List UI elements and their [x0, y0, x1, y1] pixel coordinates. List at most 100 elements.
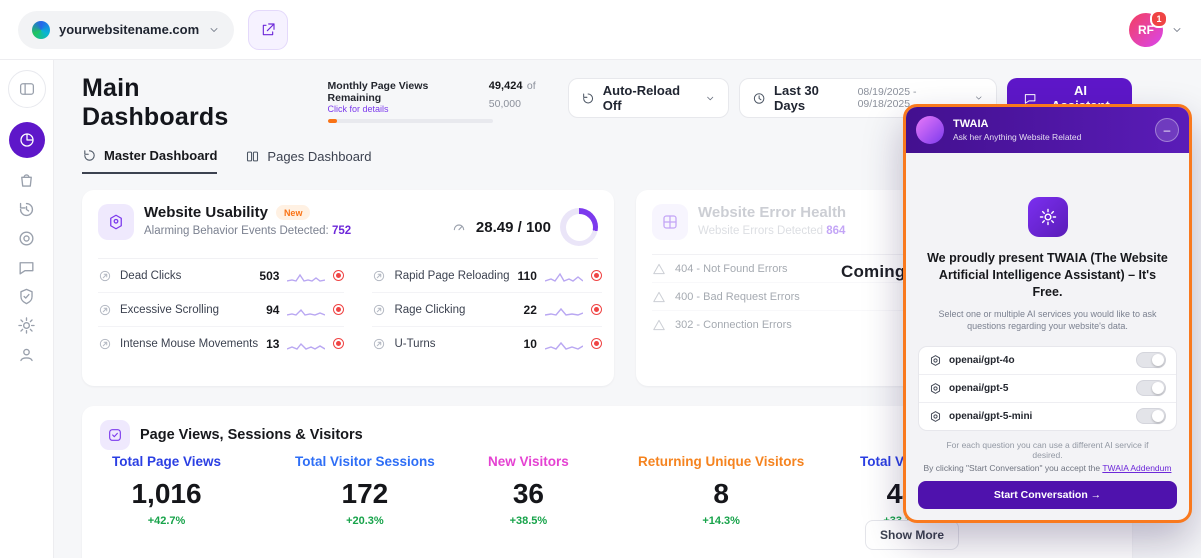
site-selector-label: yourwebsitename.com	[59, 22, 199, 37]
metric-label: Rapid Page Reloading	[394, 270, 509, 282]
ai-service-label: openai/gpt-5	[949, 383, 1008, 394]
account-menu[interactable]: RF 1	[1129, 13, 1183, 47]
compass-icon	[98, 337, 112, 351]
tab-pages-dashboard[interactable]: Pages Dashboard	[245, 148, 371, 174]
metric-delta: +38.5%	[510, 515, 548, 527]
quota-used: 49,424	[489, 80, 523, 92]
metric-value: 36	[513, 478, 544, 510]
score-ring-chart	[560, 208, 598, 246]
card-subtitle: Alarming Behavior Events Detected: 752	[144, 225, 351, 237]
start-conversation-button[interactable]: Start Conversation →	[918, 481, 1177, 509]
sidebar-item-account[interactable]	[17, 340, 36, 369]
tab-label: Master Dashboard	[104, 148, 217, 163]
twaia-addendum-link[interactable]: TWAIA Addendum	[1102, 463, 1171, 473]
record-dot-icon	[333, 270, 344, 281]
tab-label: Pages Dashboard	[267, 149, 371, 164]
page-title: Main Dashboards	[82, 74, 286, 132]
metric-label: Intense Mouse Movements	[120, 338, 258, 350]
auto-reload-dropdown[interactable]: Auto-Reload Off	[568, 78, 729, 118]
openai-icon	[929, 410, 942, 423]
minus-icon: –	[1164, 124, 1171, 136]
metric-column: Returning Unique Visitors 8 +14.3%	[638, 454, 804, 527]
metric-value: 22	[524, 303, 537, 317]
chevron-down-icon	[705, 93, 715, 104]
metric-value: 13	[266, 337, 279, 351]
error-label: 404 - Not Found Errors	[675, 263, 788, 275]
card-title: Website Error Health	[698, 204, 846, 221]
quota-progress-fill	[328, 119, 337, 123]
quota-label: Monthly Page Views Remaining	[328, 80, 479, 104]
service-toggle[interactable]	[1136, 380, 1166, 396]
sidebar-item-shield[interactable]	[17, 282, 36, 311]
assistant-footer: By clicking "Start Conversation" you acc…	[906, 463, 1189, 520]
metric-label: Returning Unique Visitors	[638, 454, 804, 469]
assistant-note: For each question you can use a differen…	[932, 440, 1163, 460]
pageview-quota: Monthly Page Views Remaining Click for d…	[328, 76, 568, 123]
service-toggle[interactable]	[1136, 352, 1166, 368]
card-title: Page Views, Sessions & Visitors	[140, 427, 363, 443]
errors-detected-count: 864	[826, 225, 845, 237]
usability-icon	[98, 204, 134, 240]
metric-value: 94	[266, 303, 279, 317]
sidebar-item-history[interactable]	[17, 195, 36, 224]
sidebar-toggle-icon[interactable]	[8, 70, 46, 108]
metric-label: New Visitors	[488, 454, 569, 469]
sparkline-chart	[287, 337, 325, 351]
chevron-down-icon	[208, 24, 220, 36]
sidebar-item-target[interactable]	[17, 224, 36, 253]
site-selector[interactable]: yourwebsitename.com	[18, 11, 234, 49]
history-icon	[82, 148, 97, 163]
metric-label: Rage Clicking	[394, 304, 515, 316]
pageviews-icon	[100, 420, 130, 450]
assistant-heading: We proudly present TWAIA (The Website Ar…	[926, 250, 1169, 301]
tab-master-dashboard[interactable]: Master Dashboard	[82, 148, 217, 174]
show-more-button[interactable]: Show More	[865, 520, 959, 550]
alarming-events-count: 752	[332, 225, 351, 237]
metric-value: 172	[342, 478, 389, 510]
chevron-down-icon	[974, 93, 984, 103]
open-site-button[interactable]	[248, 10, 288, 50]
external-link-icon	[260, 22, 276, 38]
new-badge: New	[276, 205, 311, 220]
assistant-header: TWAIA Ask her Anything Website Related –	[906, 107, 1189, 153]
website-usability-card: Website Usability New Alarming Behavior …	[82, 190, 614, 386]
compass-icon	[372, 337, 386, 351]
error-label: 302 - Connection Errors	[675, 319, 792, 331]
record-dot-icon	[333, 304, 344, 315]
metric-column: Total Visitor Sessions 172 +20.3%	[295, 454, 435, 527]
minimize-button[interactable]: –	[1155, 118, 1179, 142]
avatar[interactable]: RF 1	[1129, 13, 1163, 47]
sidebar-item-chat[interactable]	[17, 253, 36, 282]
metric-row: Intense Mouse Movements 13	[98, 327, 344, 360]
sparkline-chart	[545, 337, 583, 351]
gauge-icon	[451, 219, 467, 235]
error-label: 400 - Bad Request Errors	[675, 291, 800, 303]
service-toggle[interactable]	[1136, 408, 1166, 424]
sidebar-item-settings[interactable]	[17, 311, 36, 340]
gear-icon	[1028, 197, 1068, 237]
metric-value: 503	[259, 269, 279, 283]
notification-badge: 1	[1150, 10, 1168, 28]
card-title: Website Usability	[144, 204, 268, 221]
metric-value: 1,016	[131, 478, 201, 510]
legal-text: By clicking "Start Conversation" you acc…	[918, 463, 1177, 473]
refresh-icon	[581, 91, 595, 106]
ai-service-row: openai/gpt-5-mini	[919, 403, 1176, 430]
ai-service-row: openai/gpt-4o	[919, 347, 1176, 375]
metric-row: Rage Clicking 22	[372, 293, 601, 327]
sparkline-chart	[545, 269, 583, 283]
assistant-name: TWAIA	[953, 118, 1081, 132]
record-dot-icon	[591, 270, 602, 281]
warning-triangle-icon	[652, 318, 666, 332]
quota-progress-bar	[328, 119, 493, 123]
sidebar-item-bag[interactable]	[17, 166, 36, 195]
record-dot-icon	[333, 338, 344, 349]
chevron-down-icon	[1171, 24, 1183, 36]
quota-details-link[interactable]: Click for details	[328, 104, 479, 114]
ai-service-list: openai/gpt-4o openai/gpt-5 openai/gpt-5-…	[918, 346, 1177, 431]
sidebar-item-dashboard[interactable]	[9, 122, 45, 158]
columns-icon	[245, 149, 260, 164]
twaia-assistant-panel: TWAIA Ask her Anything Website Related –…	[903, 104, 1192, 523]
ai-service-label: openai/gpt-4o	[949, 355, 1015, 366]
compass-icon	[372, 303, 386, 317]
